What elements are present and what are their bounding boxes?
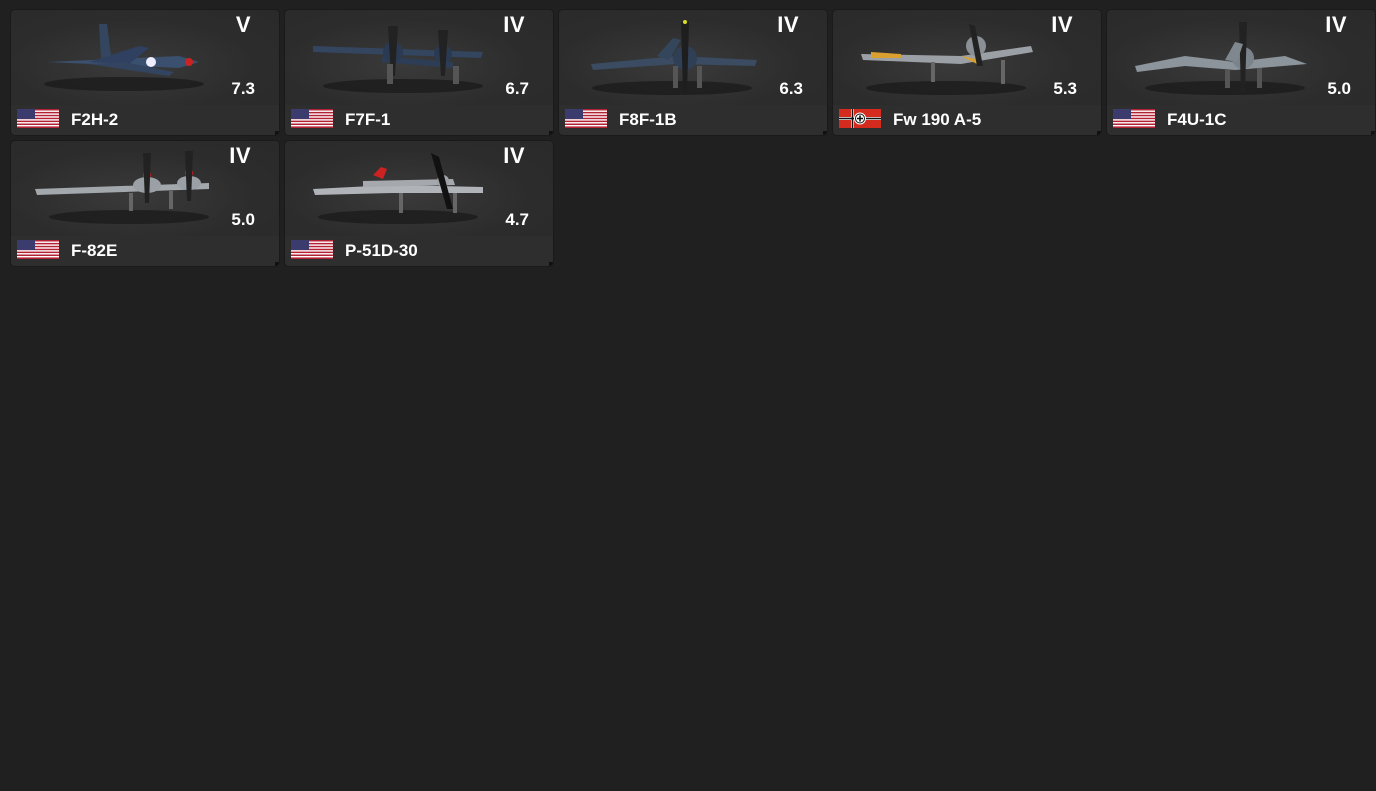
vehicle-name: F2H-2 — [71, 110, 119, 129]
vehicle-card-f2h-2[interactable]: V 7.3 F2H-2 — [11, 10, 279, 135]
vehicle-card-f-82e[interactable]: IV 5.0 F-82E — [11, 141, 279, 266]
vehicle-card-f8f-1b[interactable]: IV 6.3 F8F-1B — [559, 10, 827, 135]
vehicle-name: F-82E — [71, 241, 118, 260]
usa-flag-icon — [291, 109, 333, 128]
vehicle-name: F4U-1C — [1167, 110, 1227, 129]
rank-label: IV — [503, 12, 525, 37]
vehicle-name: Fw 190 A-5 — [893, 110, 982, 129]
rank-label: IV — [229, 143, 251, 168]
prop-fighter-icon — [861, 24, 1033, 95]
battle-rating: 5.0 — [1327, 79, 1351, 98]
vehicle-name: F7F-1 — [345, 110, 391, 129]
vehicle-name: F8F-1B — [619, 110, 677, 129]
vehicle-card-p-51d-30[interactable]: IV 4.7 P-51D-30 — [285, 141, 553, 266]
rank-label: V — [235, 12, 251, 37]
battle-rating: 5.3 — [1053, 79, 1077, 98]
rank-label: IV — [1051, 12, 1073, 37]
twin-engine-fighter-icon — [313, 26, 483, 93]
vehicle-grid: V 7.3 F2H-2 IV 6.7 F7F-1 IV 6.3 F8F-1B I… — [0, 0, 1376, 791]
battle-rating: 4.7 — [505, 210, 529, 229]
battle-rating: 7.3 — [231, 79, 255, 98]
rank-label: IV — [503, 143, 525, 168]
twin-mustang-icon — [35, 151, 209, 224]
rank-label: IV — [1325, 12, 1347, 37]
usa-flag-icon — [1113, 109, 1155, 128]
vehicle-name: P-51D-30 — [345, 241, 418, 260]
germany-war-ensign-flag-icon — [839, 109, 881, 128]
usa-flag-icon — [291, 240, 333, 259]
usa-flag-icon — [17, 109, 59, 128]
vehicle-card-f7f-1[interactable]: IV 6.7 F7F-1 — [285, 10, 553, 135]
battle-rating: 6.3 — [779, 79, 803, 98]
usa-flag-icon — [565, 109, 607, 128]
battle-rating: 6.7 — [505, 79, 529, 98]
jet-fighter-icon — [44, 24, 204, 91]
vehicle-card-f4u-1c[interactable]: IV 5.0 F4U-1C — [1107, 10, 1375, 135]
vehicle-card-fw-190-a-5[interactable]: IV 5.3 Fw 190 A-5 — [833, 10, 1101, 135]
battle-rating: 5.0 — [231, 210, 255, 229]
gull-wing-fighter-icon — [1135, 22, 1307, 95]
prop-fighter-icon — [591, 20, 757, 95]
rank-label: IV — [777, 12, 799, 37]
prop-fighter-icon — [313, 153, 483, 224]
usa-flag-icon — [17, 240, 59, 259]
